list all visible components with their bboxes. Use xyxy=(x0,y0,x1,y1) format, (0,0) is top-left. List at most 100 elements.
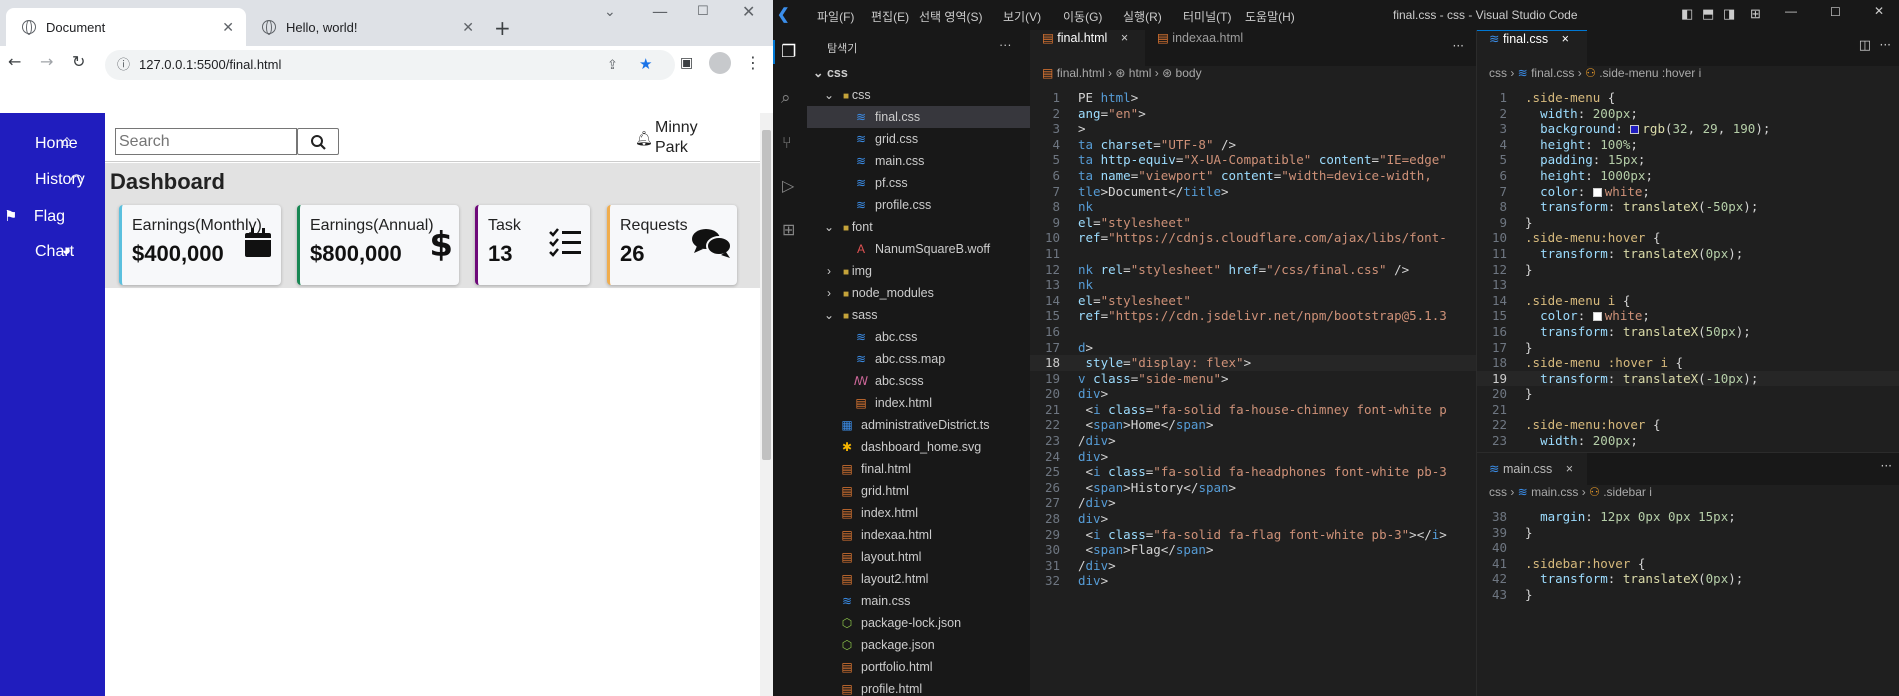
site-info-icon[interactable]: ⓘ xyxy=(117,50,130,80)
explorer-folder[interactable]: ⌄ ■ css xyxy=(807,84,1030,106)
side-menu-item-chart[interactable]: Chart ◕ xyxy=(35,242,74,261)
menu-item[interactable]: 보기(V) xyxy=(1003,8,1041,25)
code-line[interactable]: 4 height: 100%; xyxy=(1477,137,1899,153)
explorer-file[interactable]: ▤ final.html xyxy=(807,458,1030,480)
explorer-file[interactable]: ▤ layout.html xyxy=(807,546,1030,568)
close-tab-icon[interactable]: ✕ xyxy=(222,19,234,36)
editor-more-icon[interactable]: ··· xyxy=(1880,38,1891,52)
code-line[interactable]: 21 <i class="fa-solid fa-house-chimney f… xyxy=(1030,402,1476,418)
breadcrumb-item[interactable]: css xyxy=(1489,485,1507,499)
code-line[interactable]: 42 transform: translateX(0px); xyxy=(1477,571,1899,587)
code-line[interactable]: 40 xyxy=(1477,540,1899,556)
toggle-sidebar-icon[interactable]: ◧ xyxy=(1681,6,1693,22)
code-editor-main-css[interactable]: 38 margin: 12px 0px 0px 15px; 39} 40 41 .sid… xyxy=(1477,509,1899,603)
editor-more-icon[interactable]: ··· xyxy=(1453,39,1464,53)
address-bar[interactable]: ⓘ 127.0.0.1:5500/final.html ⇪ ★ xyxy=(105,50,675,80)
code-line[interactable]: 27 /div> xyxy=(1030,495,1476,511)
breadcrumb-item[interactable]: css xyxy=(1489,66,1507,80)
search-button[interactable] xyxy=(297,128,339,155)
code-line[interactable]: 8 nk xyxy=(1030,199,1476,215)
code-line[interactable]: 11 xyxy=(1030,246,1476,262)
explorer-file[interactable]: ▤ index.html xyxy=(807,392,1030,414)
code-line[interactable]: 43} xyxy=(1477,587,1899,603)
code-line[interactable]: 39} xyxy=(1477,525,1899,541)
menu-item[interactable]: 편집(E) xyxy=(871,8,909,25)
code-line[interactable]: 10 ref="https://cdnjs.cloudflare.com/ajax… xyxy=(1030,230,1476,246)
search-icon[interactable]: ⌕ xyxy=(781,88,791,108)
code-line[interactable]: 6 ta name="viewport" content="width=devic… xyxy=(1030,168,1476,184)
tab-indexaa-html[interactable]: ▤ indexaa.html xyxy=(1145,30,1275,66)
menu-item[interactable]: 터미널(T) xyxy=(1183,8,1231,25)
scrollbar-thumb[interactable] xyxy=(762,130,771,460)
explorer-folder[interactable]: › ■ node_modules xyxy=(807,282,1030,304)
breadcrumb-item[interactable]: body xyxy=(1176,66,1202,80)
close-tab-icon[interactable]: ✕ xyxy=(462,19,474,36)
code-line[interactable]: 11 transform: translateX(0px); xyxy=(1477,246,1899,262)
code-line[interactable]: 20} xyxy=(1477,386,1899,402)
source-control-icon[interactable]: ⑂ xyxy=(782,133,792,152)
code-line[interactable]: 29 <i class="fa-solid fa-flag font-white… xyxy=(1030,527,1476,543)
maximize-icon[interactable]: ☐ xyxy=(1830,5,1841,19)
code-line[interactable]: 10 .side-menu:hover { xyxy=(1477,230,1899,246)
code-line[interactable]: 3 background: rgb(32, 29, 190); xyxy=(1477,121,1899,137)
code-line[interactable]: 18 .side-menu :hover i { xyxy=(1477,355,1899,371)
code-line[interactable]: 24 div> xyxy=(1030,449,1476,465)
code-line[interactable]: 16 xyxy=(1030,324,1476,340)
explorer-file[interactable]: ▤ portfolio.html xyxy=(807,656,1030,678)
explorer-file[interactable]: ▤ index.html xyxy=(807,502,1030,524)
color-swatch-icon[interactable] xyxy=(1630,125,1640,135)
minimize-icon[interactable]: — xyxy=(652,2,668,22)
back-icon[interactable]: ← xyxy=(8,52,21,72)
code-line[interactable]: 22 .side-menu:hover { xyxy=(1477,417,1899,433)
code-line[interactable]: 25 <i class="fa-solid fa-headphones font… xyxy=(1030,464,1476,480)
explorer-file[interactable]: ▤ layout2.html xyxy=(807,568,1030,590)
forward-icon[interactable]: → xyxy=(40,52,53,72)
explorer-file[interactable]: ≋ abc.css.map xyxy=(807,348,1030,370)
code-line[interactable]: 1 .side-menu { xyxy=(1477,90,1899,106)
code-line[interactable]: 14 .side-menu i { xyxy=(1477,293,1899,309)
code-line[interactable]: 23 /div> xyxy=(1030,433,1476,449)
window-close-icon[interactable]: ✕ xyxy=(742,2,755,22)
close-tab-icon[interactable]: × xyxy=(1562,32,1569,46)
profile-avatar-icon[interactable] xyxy=(709,52,731,74)
code-line[interactable]: 9 el="stylesheet" xyxy=(1030,215,1476,231)
toggle-panel-icon[interactable]: ⬒ xyxy=(1702,6,1714,22)
explorer-icon[interactable]: ❐ xyxy=(781,42,796,62)
explorer-file[interactable]: ▤ indexaa.html xyxy=(807,524,1030,546)
code-line[interactable]: 41 .sidebar:hover { xyxy=(1477,556,1899,572)
code-line[interactable]: 5 ta http-equiv = "X-UA-Compatible" content… xyxy=(1030,152,1476,168)
close-tab-icon[interactable]: × xyxy=(1566,462,1573,476)
code-line[interactable]: 13 nk xyxy=(1030,277,1476,293)
toggle-secondary-sidebar-icon[interactable]: ◨ xyxy=(1723,6,1735,22)
code-line[interactable]: 13 xyxy=(1477,277,1899,293)
code-line[interactable]: 3 > xyxy=(1030,121,1476,137)
code-line[interactable]: 2 ang="en"> xyxy=(1030,106,1476,122)
code-line[interactable]: 38 margin: 12px 0px 0px 15px; xyxy=(1477,509,1899,525)
side-menu-item-flag[interactable]: ⚑ Flag xyxy=(4,207,65,226)
code-line[interactable]: 26 <span>History</span> xyxy=(1030,480,1476,496)
close-tab-icon[interactable]: × xyxy=(1121,31,1128,45)
explorer-file[interactable]: ≋ profile.css xyxy=(807,194,1030,216)
chrome-menu-icon[interactable]: ⋮ xyxy=(745,53,761,73)
code-line[interactable]: 23 width: 200px; xyxy=(1477,433,1899,449)
breadcrumb-item[interactable]: html xyxy=(1129,66,1152,80)
color-swatch-icon[interactable] xyxy=(1592,312,1602,322)
code-line[interactable]: 22 <span>Home</span> xyxy=(1030,417,1476,433)
explorer-file[interactable]: ▤ profile.html xyxy=(807,678,1030,696)
window-close-icon[interactable]: ✕ xyxy=(1874,4,1884,18)
code-line[interactable]: 31 /div> xyxy=(1030,558,1476,574)
code-line[interactable]: 7 color: white; xyxy=(1477,184,1899,200)
tab-search-icon[interactable]: ⌄ xyxy=(604,2,616,22)
code-line[interactable]: 9} xyxy=(1477,215,1899,231)
tab-final-html[interactable]: ▤ final.html × xyxy=(1030,30,1145,66)
explorer-file[interactable]: ▦ administrativeDistrict.ts xyxy=(807,414,1030,436)
explorer-folder[interactable]: ⌄ ■ font xyxy=(807,216,1030,238)
code-line[interactable]: 1 PE html> xyxy=(1030,90,1476,106)
explorer-folder[interactable]: › ■ img xyxy=(807,260,1030,282)
workspace-root[interactable]: ⌄ css xyxy=(807,62,1030,84)
side-menu-item-history[interactable]: History ◠ xyxy=(35,171,85,189)
color-swatch-icon[interactable] xyxy=(1592,187,1602,197)
explorer-more-icon[interactable]: ··· xyxy=(999,38,1012,52)
breadcrumb-item[interactable]: .sidebar i xyxy=(1603,485,1652,499)
code-line[interactable]: 2 width: 200px; xyxy=(1477,106,1899,122)
